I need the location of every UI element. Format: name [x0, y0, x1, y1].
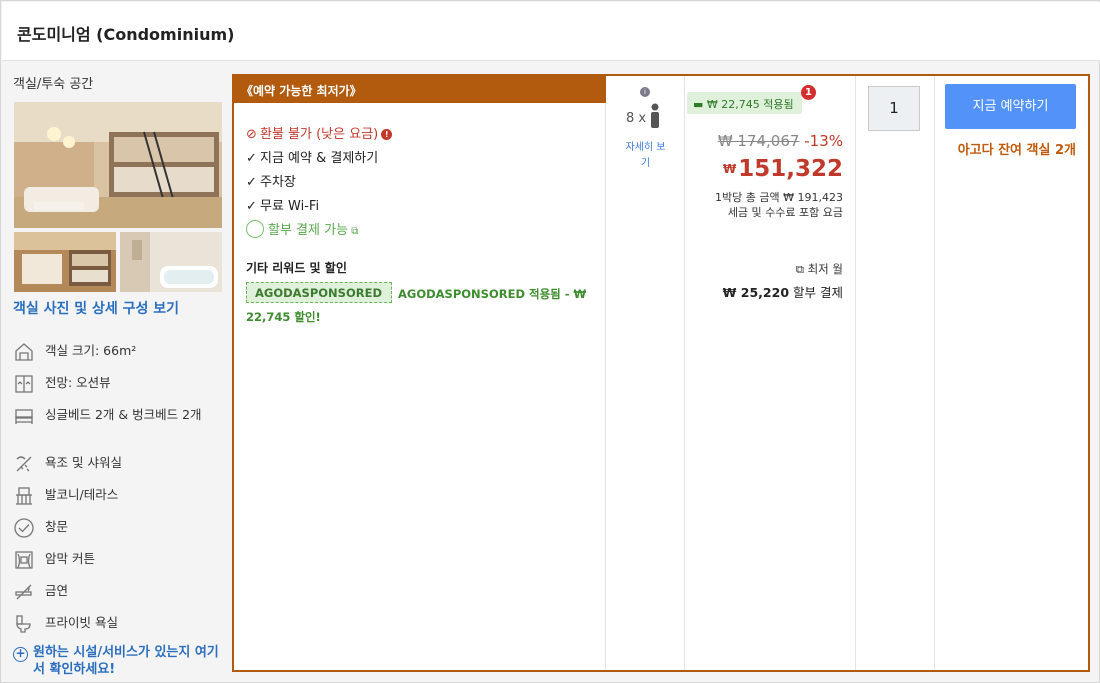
bed-icon	[13, 405, 35, 427]
window-icon	[13, 517, 35, 539]
room-photo-main[interactable]	[14, 102, 222, 228]
promo-applied-badge: ▬ ₩ 22,745 적용됨	[687, 92, 802, 114]
lowest-price-banner: 《예약 가능한 최저가》	[234, 76, 606, 103]
wifi-condition: ✓ 무료 Wi-Fi	[246, 199, 320, 214]
room-info-panel: 객실/투숙 공간 객실 사진 및 상세 구성 보기 객실 크기: 66m² 전망…	[13, 73, 225, 677]
room-type-title: 콘도미니엄 (Condominium)	[17, 25, 235, 44]
external-link-icon: ⧉	[795, 262, 804, 276]
check-icon: ✓	[246, 151, 257, 166]
booking-column: 지금 예약하기 아고다 잔여 객실 2개	[935, 76, 1088, 670]
total-price-note: 1박당 총 금액 ₩ 191,423 세금 및 수수료 포함 요금	[715, 191, 843, 219]
check-icon: ✓	[246, 199, 257, 214]
promo-count-badge: 1	[801, 85, 816, 100]
installment-icon	[246, 220, 264, 238]
room-section-label: 객실/투숙 공간	[13, 77, 94, 92]
offer-conditions-column: 《예약 가능한 최저가》 ⊘ 환불 불가 (낮은 요금)! ✓ 지금 예약 & 결제…	[234, 76, 606, 670]
parking-condition: ✓ 주차장	[246, 175, 296, 190]
other-rewards-title: 기타 리워드 및 할인	[246, 261, 347, 275]
plus-circle-icon: +	[13, 647, 28, 662]
original-price: ₩ 174,067 -13%	[717, 132, 843, 150]
book-now-button[interactable]: 지금 예약하기	[945, 84, 1076, 129]
external-link-icon: ⧉	[348, 226, 359, 237]
pay-now-condition: ✓ 지금 예약 & 결제하기	[246, 151, 379, 166]
rooms-left-notice: 아고다 잔여 객실 2개	[957, 143, 1076, 158]
non-refundable-condition: ⊘ 환불 불가 (낮은 요금)!	[246, 123, 393, 142]
balcony-icon	[13, 485, 35, 507]
room-photo-thumb-1[interactable]	[14, 232, 116, 292]
occupancy-count: 8 x	[626, 111, 647, 126]
curtain-icon	[13, 549, 35, 571]
shower-icon	[13, 453, 35, 475]
promo-tag: AGODASPONSORED	[246, 282, 392, 303]
final-price: ₩151,322	[722, 156, 843, 182]
room-photos-link[interactable]: 객실 사진 및 상세 구성 보기	[13, 298, 179, 318]
occupancy-column: i 8 x 자세히 보기	[606, 76, 685, 670]
installment-amount: ₩ 25,220 할부 결제	[722, 285, 843, 300]
room-photo-thumb-2[interactable]	[120, 232, 222, 292]
person-icon	[651, 103, 659, 128]
view-icon	[13, 373, 35, 395]
price-column: ▬ ₩ 22,745 적용됨 1 ₩ 174,067 -13% ₩151,322…	[685, 76, 856, 670]
no-smoking-icon	[13, 581, 35, 603]
coupon-icon: ▬	[693, 98, 704, 111]
discount-percent: -13%	[804, 132, 843, 150]
no-entry-icon: ⊘	[246, 127, 257, 142]
info-icon[interactable]: !	[381, 129, 393, 140]
room-quantity-select[interactable]: 1	[868, 86, 920, 131]
quantity-column: 1	[856, 76, 935, 670]
page-frame: 콘도미니엄 (Condominium) 객실/투숙 공간 객실 사진 및 상세 …	[0, 0, 1100, 683]
check-icon: ✓	[246, 175, 257, 190]
installment-min-label[interactable]: ⧉ 최저 월	[796, 261, 843, 277]
offer-card: 《예약 가능한 최저가》 ⊘ 환불 불가 (낮은 요금)! ✓ 지금 예약 & 결제…	[232, 74, 1090, 672]
ask-amenities-link[interactable]: + 원하는 시설/서비스가 있는지 여기서 확인하세요!	[13, 644, 225, 678]
occupancy-detail-link[interactable]: 자세히 보기	[606, 140, 685, 172]
toilet-icon	[13, 613, 35, 635]
room-size-icon	[13, 341, 35, 363]
installment-condition[interactable]: 할부 결제 가능 ⧉	[246, 219, 358, 238]
page-header: 콘도미니엄 (Condominium)	[2, 2, 1100, 61]
info-icon[interactable]: i	[640, 87, 650, 97]
